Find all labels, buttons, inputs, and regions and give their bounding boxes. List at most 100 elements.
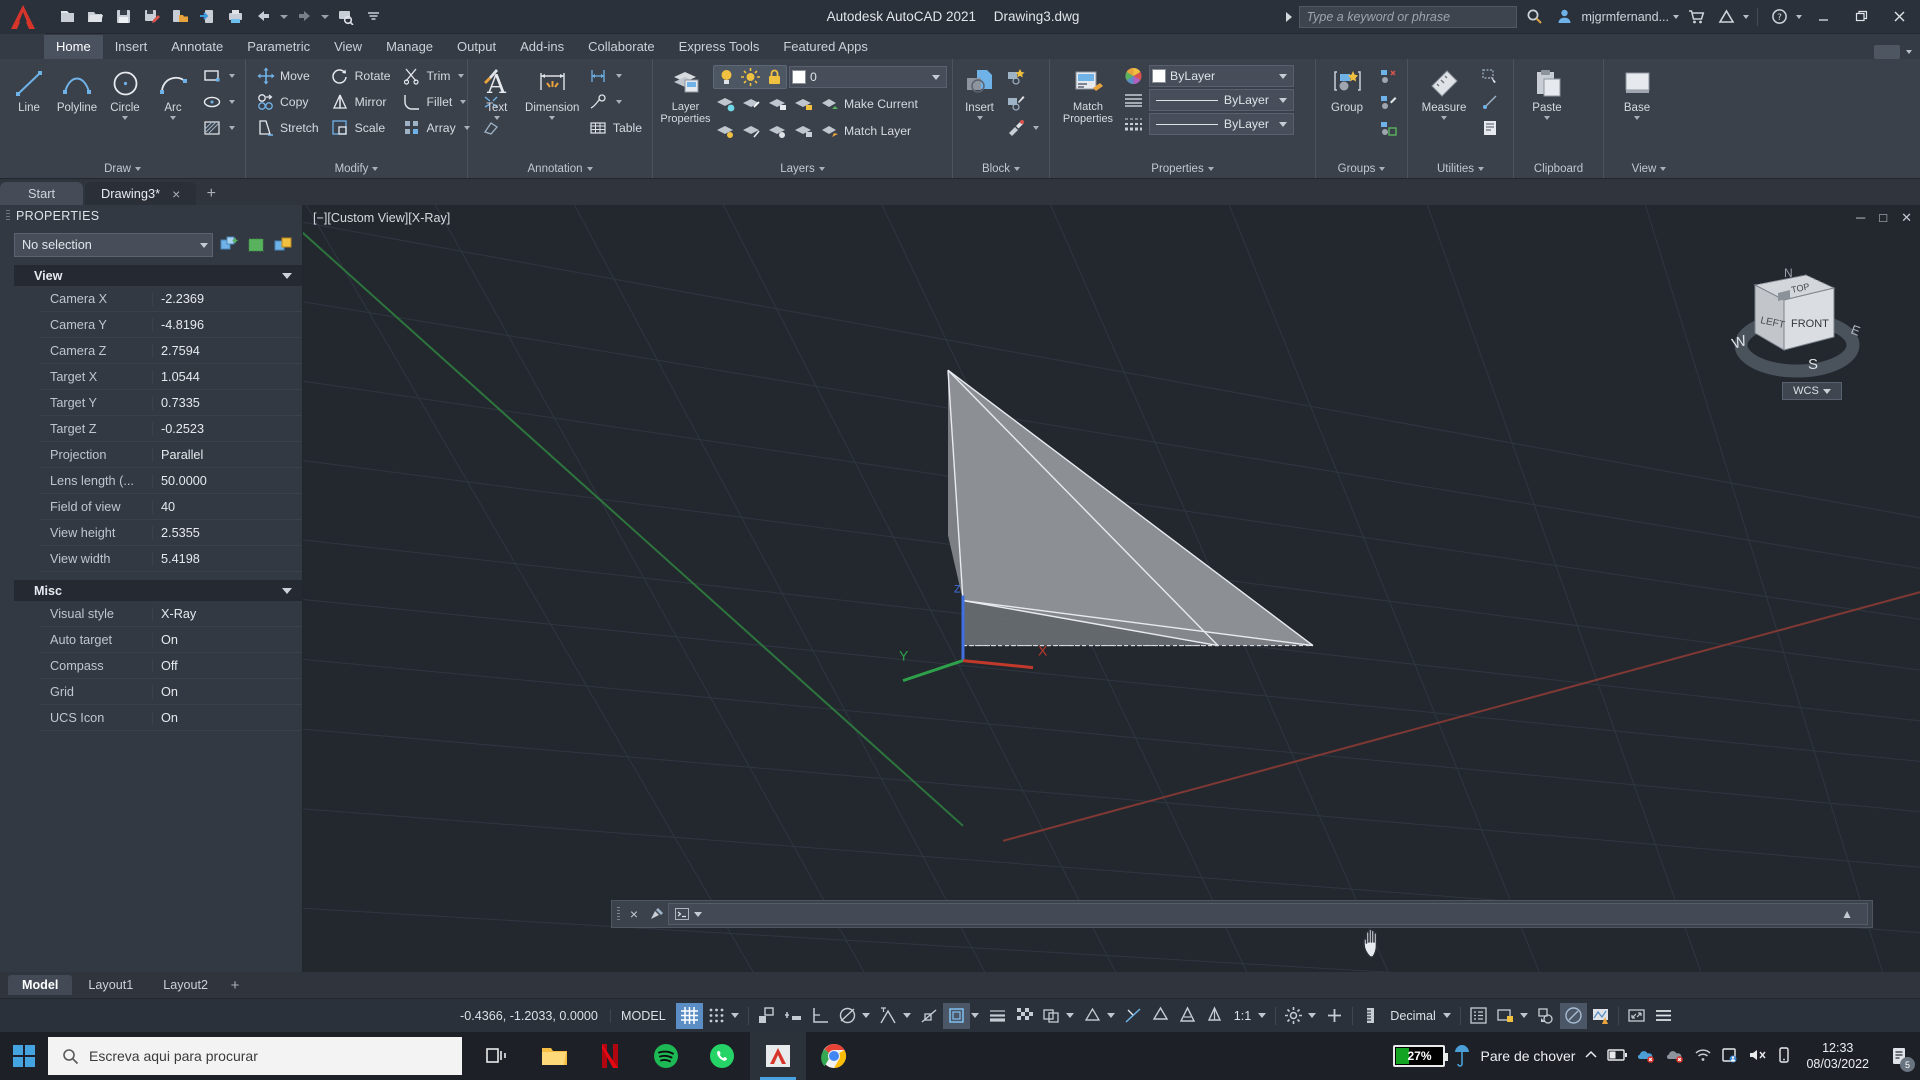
autodesk-app-caret-icon[interactable]: [1743, 14, 1749, 19]
open-file-icon[interactable]: [82, 4, 108, 30]
command-line-expand-icon[interactable]: ▲: [1841, 907, 1861, 921]
ribbon-tab-addins[interactable]: Add-ins: [508, 35, 576, 59]
new-document-tab-button[interactable]: +: [198, 182, 224, 205]
new-layout-button[interactable]: +: [224, 977, 246, 994]
autodesk-store-cart-icon[interactable]: [1683, 4, 1709, 30]
ellipse-tool-button[interactable]: [197, 89, 240, 114]
units-ruler-icon[interactable]: [1357, 1003, 1384, 1029]
selection-filtering-toggle[interactable]: [1120, 1003, 1147, 1029]
property-row-target-z[interactable]: Target Z -0.2523: [40, 416, 302, 442]
autocad-logo-icon[interactable]: [0, 0, 46, 34]
dynamic-ucs-dropdown-icon[interactable]: [1106, 1013, 1115, 1018]
paste-dropdown-icon[interactable]: [1544, 116, 1550, 120]
base-view-button[interactable]: Base: [1609, 63, 1665, 123]
insert-dropdown-icon[interactable]: [976, 116, 983, 120]
quick-select-icon[interactable]: [218, 234, 240, 256]
lineweight-combo[interactable]: ByLayer: [1149, 113, 1294, 135]
layout-tab-layout2[interactable]: Layout2: [149, 975, 222, 995]
group-button[interactable]: Group: [1321, 63, 1373, 117]
linetype-icon[interactable]: [1121, 89, 1145, 111]
gizmo-toggle[interactable]: [1147, 1003, 1174, 1029]
layout-tab-layout1[interactable]: Layout1: [74, 975, 147, 995]
measure-dropdown-icon[interactable]: [1441, 116, 1447, 120]
projection-value[interactable]: Parallel: [153, 448, 302, 462]
scale-tool-button[interactable]: Scale: [326, 115, 396, 140]
property-row-projection[interactable]: Projection Parallel: [40, 442, 302, 468]
workspace-dropdown-icon[interactable]: [1308, 1013, 1317, 1018]
viewport-label[interactable]: [−][Custom View][X-Ray]: [313, 211, 450, 225]
base-dropdown-icon[interactable]: [1634, 116, 1640, 120]
property-row-grid[interactable]: Grid On: [40, 679, 302, 705]
quick-select-button[interactable]: [1475, 63, 1504, 88]
layer-thaw-icon[interactable]: [739, 120, 763, 142]
customization-menu-icon[interactable]: [1650, 1003, 1677, 1029]
edit-block-button[interactable]: [1001, 89, 1044, 114]
camera-z-value[interactable]: 2.7594: [153, 344, 302, 358]
restore-window-button[interactable]: [1844, 1, 1878, 33]
search-icon[interactable]: [1521, 4, 1547, 30]
chrome-icon[interactable]: [806, 1032, 862, 1080]
battery-tray-icon[interactable]: [1607, 1048, 1628, 1065]
trim-tool-button[interactable]: Trim: [398, 63, 475, 88]
layer-unlock-icon[interactable]: [791, 120, 815, 142]
taskbar-clock[interactable]: 12:33 08/03/2022: [1800, 1040, 1875, 1072]
command-input-field[interactable]: ▲: [668, 903, 1868, 925]
viewport-restore-icon[interactable]: □: [1879, 210, 1887, 226]
redo-dropdown-arrow-icon[interactable]: [319, 5, 330, 29]
selection-combo[interactable]: No selection: [14, 233, 213, 257]
minimize-window-button[interactable]: [1806, 1, 1840, 33]
help-icon[interactable]: ?: [1766, 4, 1792, 30]
group-edit-button[interactable]: [1373, 89, 1402, 114]
weather-widget[interactable]: Pare de chover: [1454, 1043, 1575, 1069]
fullscreen-icon[interactable]: [1623, 1003, 1650, 1029]
property-row-camera-y[interactable]: Camera Y -4.8196: [40, 312, 302, 338]
lineweight-icon[interactable]: [1121, 113, 1145, 135]
save-as-icon[interactable]: [138, 4, 164, 30]
dimension-tool-button[interactable]: Dimension: [521, 63, 584, 123]
ribbon-tab-output[interactable]: Output: [445, 35, 508, 59]
volume-muted-icon[interactable]: [1748, 1047, 1768, 1066]
layer-turn-on-icon[interactable]: [765, 120, 789, 142]
rectangle-dropdown-icon[interactable]: [229, 73, 235, 78]
text-dropdown-icon[interactable]: [493, 116, 500, 120]
autoscale-toggle[interactable]: [1201, 1003, 1228, 1029]
match-layer-button[interactable]: Match Layer: [821, 122, 911, 140]
layout-tab-model[interactable]: Model: [8, 975, 73, 995]
view-width-value[interactable]: 5.4198: [153, 552, 302, 566]
autodesk-app-icon[interactable]: [1713, 4, 1739, 30]
palette-grip-icon[interactable]: [6, 210, 10, 222]
fillet-tool-button[interactable]: Fillet: [398, 89, 475, 114]
selection-cycling-dropdown-icon[interactable]: [1065, 1013, 1074, 1018]
autocad-icon[interactable]: [750, 1032, 806, 1080]
edit-attributes-button[interactable]: [1001, 115, 1044, 140]
property-row-target-x[interactable]: Target X 1.0544: [40, 364, 302, 390]
close-tab-icon[interactable]: ×: [172, 186, 180, 202]
ucs-icon-value[interactable]: On: [153, 711, 302, 725]
view-height-value[interactable]: 2.5355: [153, 526, 302, 540]
viewport-minimize-icon[interactable]: ─: [1856, 210, 1865, 226]
ribbon-tab-collaborate[interactable]: Collaborate: [576, 35, 667, 59]
text-tool-button[interactable]: A Text: [473, 63, 521, 123]
rectangle-tool-button[interactable]: [197, 63, 240, 88]
netflix-icon[interactable]: [582, 1032, 638, 1080]
lens-length-value[interactable]: 50.0000: [153, 474, 302, 488]
layer-isolate-icon[interactable]: [713, 93, 737, 115]
leader-button[interactable]: [584, 89, 647, 114]
paste-button[interactable]: Paste: [1519, 63, 1575, 123]
taskbar-search-input[interactable]: Escreva aqui para procurar: [48, 1037, 462, 1075]
save-to-web-icon[interactable]: [166, 4, 192, 30]
undo-icon[interactable]: [250, 4, 276, 30]
search-expand-arrow-icon[interactable]: [1283, 7, 1295, 27]
line-tool-button[interactable]: Line: [5, 63, 53, 117]
infer-constraints-toggle[interactable]: [753, 1003, 780, 1029]
table-button[interactable]: Table: [584, 115, 647, 140]
hardware-acceleration-icon[interactable]: [1321, 1003, 1348, 1029]
auto-target-value[interactable]: On: [153, 633, 302, 647]
move-tool-button[interactable]: Move: [251, 63, 324, 88]
customize-qat-icon[interactable]: [360, 4, 386, 30]
property-row-view-width[interactable]: View width 5.4198: [40, 546, 302, 572]
ribbon-tab-home[interactable]: Home: [44, 35, 103, 59]
polar-tracking-dropdown-icon[interactable]: [861, 1013, 870, 1018]
mobile-device-icon[interactable]: [1777, 1046, 1791, 1066]
ribbon-tab-parametric[interactable]: Parametric: [235, 35, 322, 59]
